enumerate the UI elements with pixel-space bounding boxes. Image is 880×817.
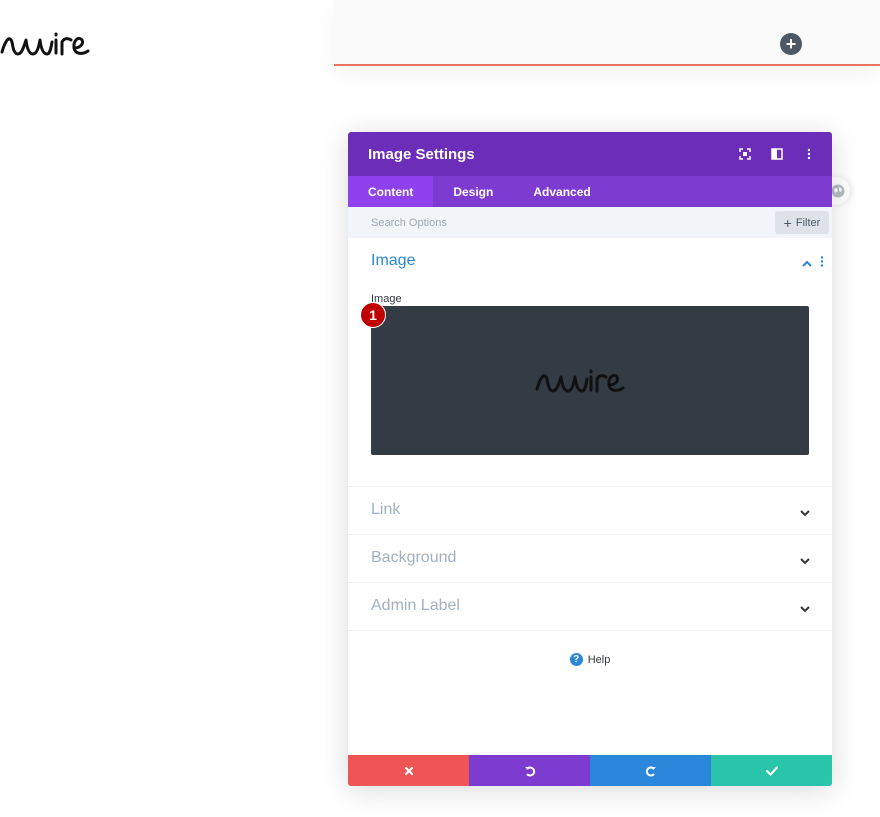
image-settings-modal: Image Settings Content Design Advanced S… <box>348 132 832 786</box>
more-vertical-icon[interactable] <box>800 145 818 163</box>
section-image: Image Image 1 <box>348 238 832 487</box>
chevron-down-icon <box>800 504 810 522</box>
modal-footer <box>348 755 832 786</box>
cancel-icon <box>404 766 413 775</box>
section-link-title: Link <box>371 501 401 518</box>
section-background-title: Background <box>371 549 457 566</box>
undo-icon <box>524 766 535 776</box>
search-input[interactable]: Search Options <box>371 217 447 229</box>
tab-design[interactable]: Design <box>433 176 513 207</box>
modal-tabs: Content Design Advanced <box>348 176 832 207</box>
chevron-down-icon <box>800 600 810 618</box>
section-link[interactable]: Link <box>348 487 832 535</box>
section-admin-label-title: Admin Label <box>371 597 460 614</box>
image-upload-preview[interactable] <box>371 306 809 455</box>
section-more-icon[interactable] <box>820 254 824 272</box>
section-background[interactable]: Background <box>348 535 832 583</box>
section-image-title[interactable]: Image <box>371 252 415 270</box>
modal-header: Image Settings <box>348 132 832 176</box>
tab-advanced[interactable]: Advanced <box>513 176 610 207</box>
cancel-button[interactable] <box>348 755 469 786</box>
wire-logo <box>0 32 90 56</box>
help-icon: ? <box>569 653 583 666</box>
globe-icon <box>831 184 845 198</box>
redo-button[interactable] <box>590 755 711 786</box>
builder-topbar <box>334 0 880 66</box>
modal-title: Image Settings <box>368 145 475 163</box>
chevron-up-icon[interactable] <box>802 254 812 272</box>
section-admin-label[interactable]: Admin Label <box>348 583 832 631</box>
split-view-icon[interactable] <box>768 145 786 163</box>
chevron-down-icon <box>800 552 810 570</box>
add-module-button[interactable]: + <box>780 33 802 55</box>
undo-button[interactable] <box>469 755 590 786</box>
save-icon <box>765 765 778 776</box>
redo-icon <box>645 766 656 776</box>
help-label: Help <box>587 653 611 666</box>
step-badge: 1 <box>360 302 386 328</box>
filter-label: Filter <box>795 216 821 229</box>
plus-icon: + <box>783 214 792 231</box>
help-link[interactable]: ? Help <box>348 653 832 666</box>
plus-icon: + <box>785 34 797 54</box>
filter-button[interactable]: + Filter <box>775 211 829 234</box>
wire-logo-preview <box>535 369 625 392</box>
focus-icon[interactable] <box>736 145 754 163</box>
save-button[interactable] <box>711 755 832 786</box>
search-options-bar[interactable]: Search Options + Filter <box>348 207 832 238</box>
tab-content[interactable]: Content <box>348 176 434 207</box>
